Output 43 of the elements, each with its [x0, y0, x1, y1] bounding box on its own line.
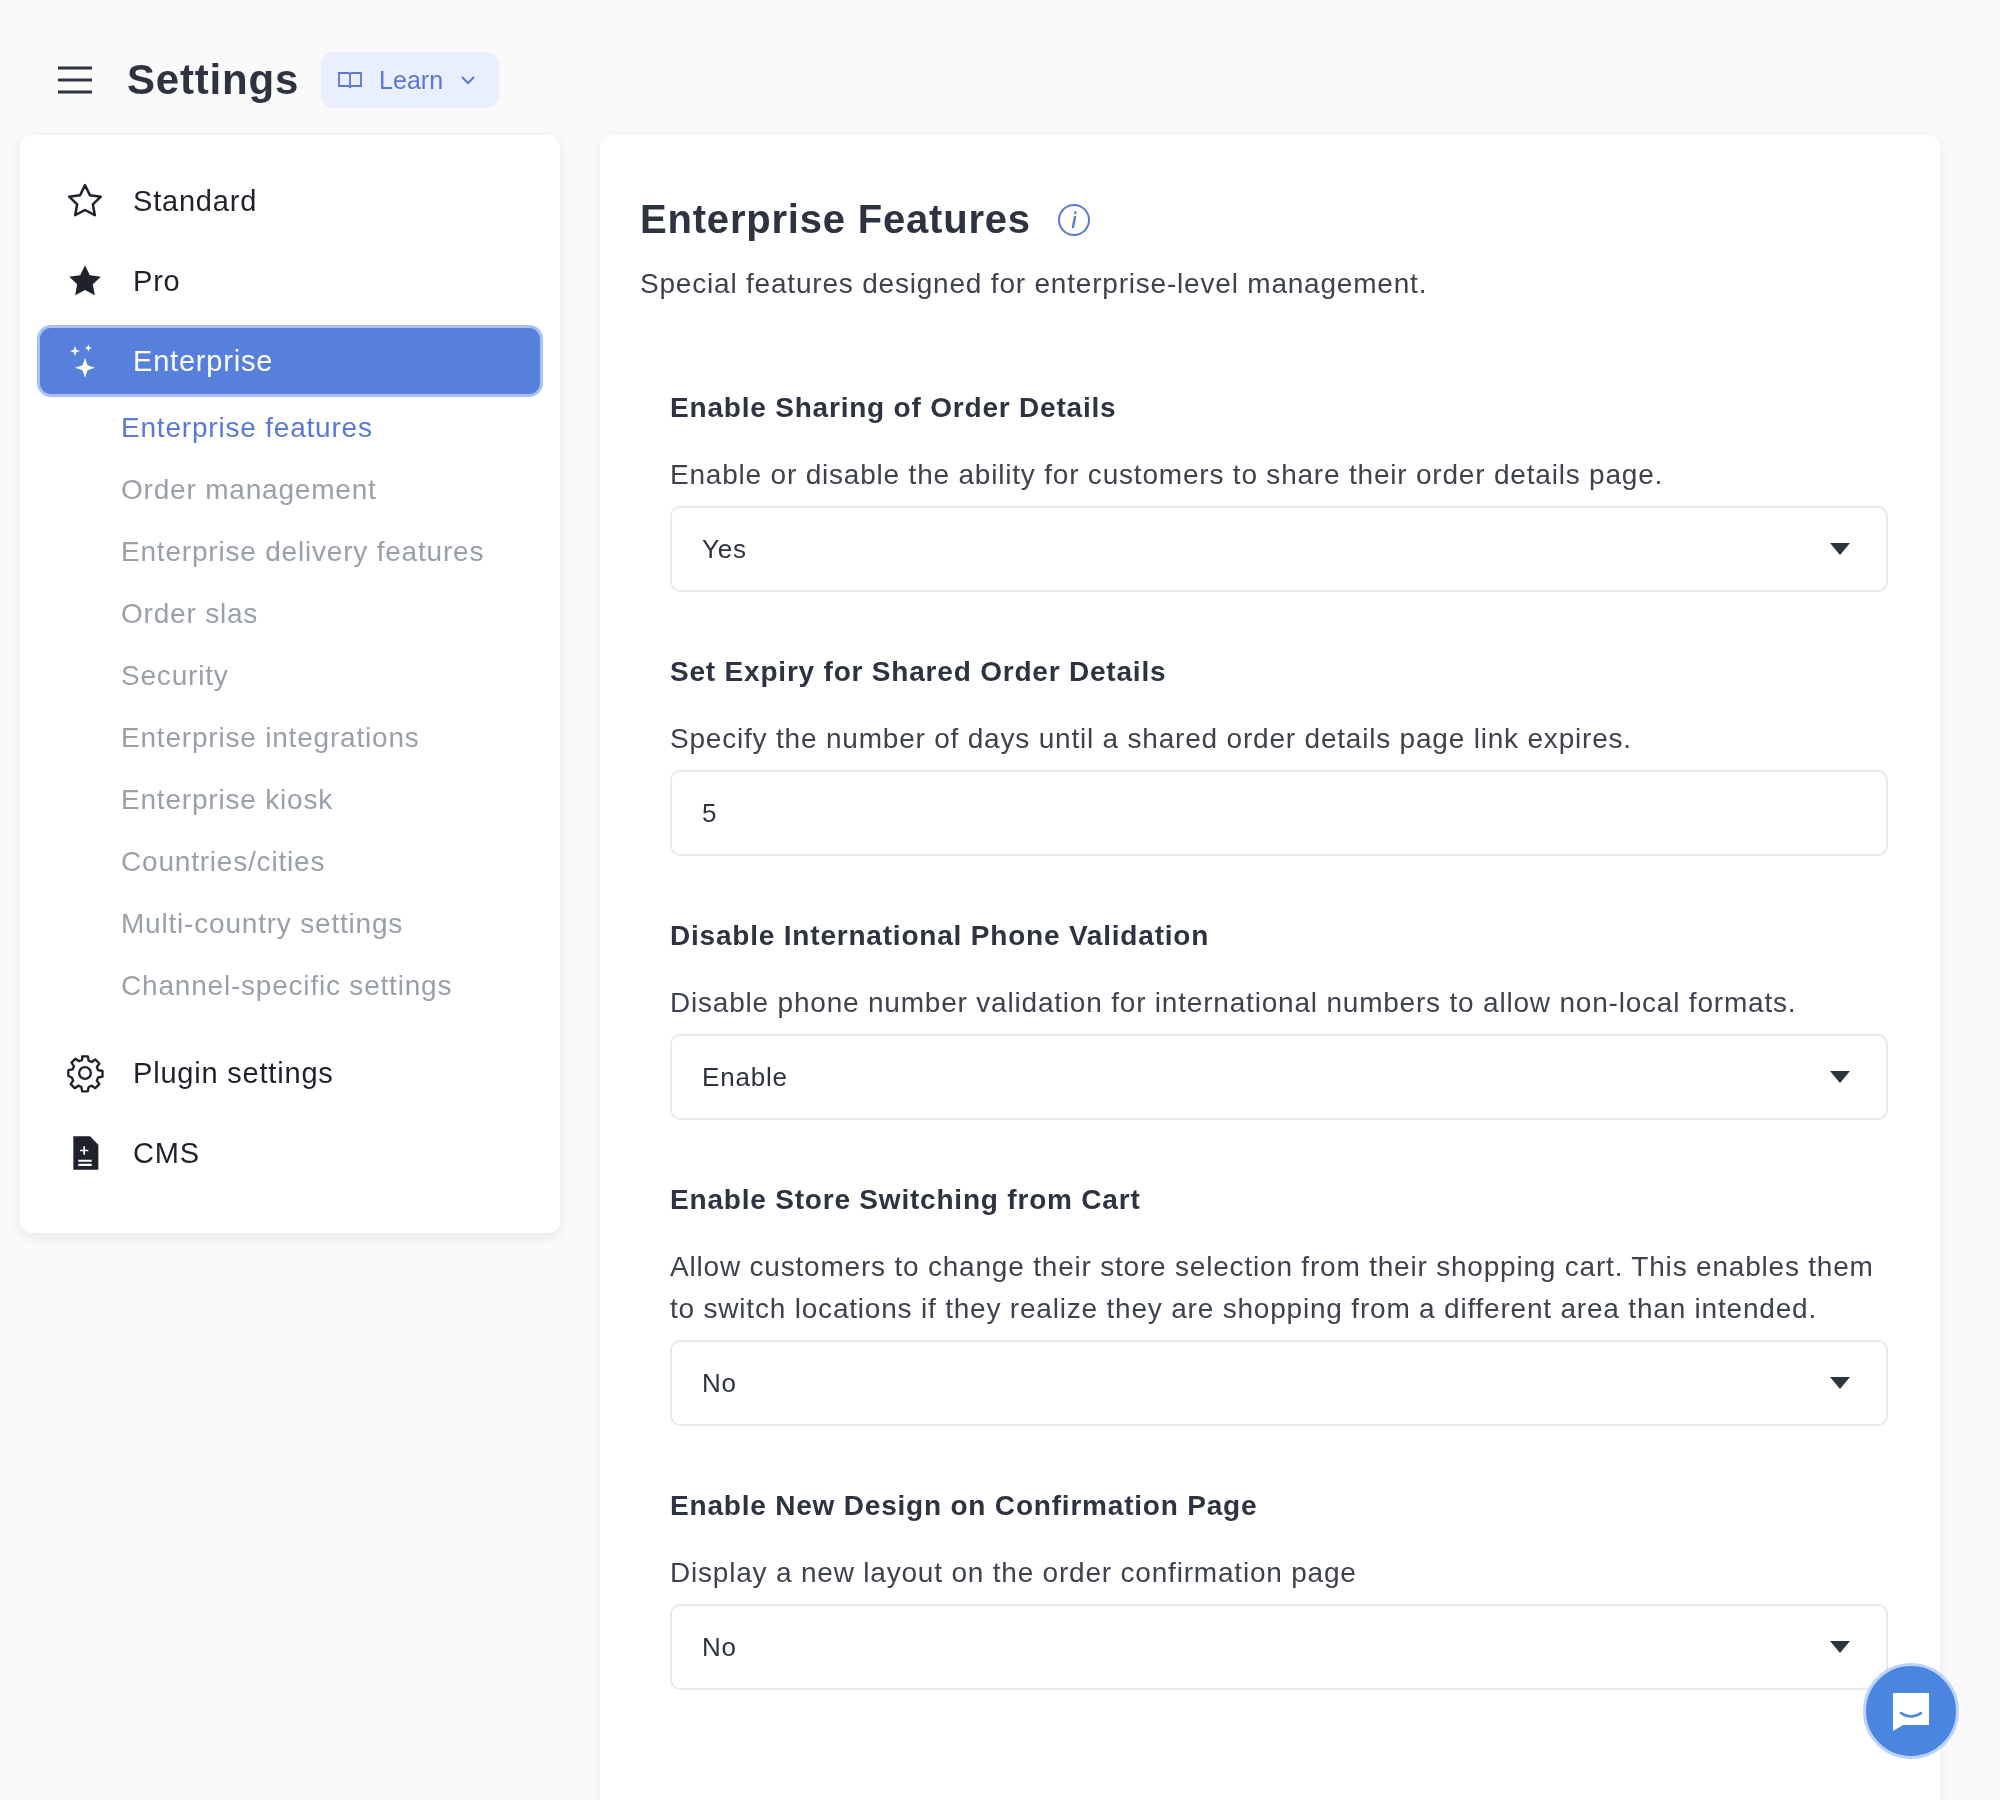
learn-button[interactable]: Learn: [321, 52, 500, 108]
sidebar-item[interactable]: CMS: [37, 1117, 543, 1189]
sidebar-subitem[interactable]: Security: [121, 645, 543, 707]
sidebar-item[interactable]: Pro: [37, 245, 543, 317]
sidebar-item[interactable]: Standard: [37, 165, 543, 237]
sidebar-subitem[interactable]: Countries/cities: [121, 831, 543, 893]
chevron-down-icon: [459, 74, 478, 86]
dropdown-caret-icon: [1830, 1641, 1850, 1653]
setting-label: Enable Sharing of Order Details: [670, 392, 1118, 424]
info-icon[interactable]: [1056, 202, 1091, 237]
setting-description: Enable or disable the ability for customers to share their order details page.: [670, 458, 1665, 492]
sidebar-subitem[interactable]: Enterprise kiosk: [121, 769, 543, 831]
sidebar-item[interactable]: Plugin settings: [37, 1037, 543, 1109]
sidebar-subitem[interactable]: Enterprise features: [121, 397, 543, 459]
gear-icon: [65, 1053, 105, 1093]
setting-label: Enable Store Switching from Cart: [670, 1184, 1142, 1216]
setting-description: Allow customers to change their store selection from their shopping cart. This enables them to switch locations if they realize they are shopping from a different area than intended.: [670, 1250, 1875, 1326]
book-icon: [337, 70, 364, 90]
setting-description: Disable phone number validation for international numbers to allow non-local formats.: [670, 986, 1798, 1020]
sidebar-subitem[interactable]: Multi-country settings: [121, 893, 543, 955]
dropdown-caret-icon: [1830, 1071, 1850, 1083]
section-title: Enterprise Features: [640, 197, 1031, 242]
setting-label: Disable International Phone Validation: [670, 920, 1211, 952]
sidebar-subitem[interactable]: Enterprise delivery features: [121, 521, 543, 583]
input-field[interactable]: 5: [670, 770, 1888, 856]
dropdown-caret-icon: [1830, 543, 1850, 555]
section-description: Special features designed for enterprise-level management.: [640, 268, 1429, 300]
setting-label: Set Expiry for Shared Order Details: [670, 656, 1168, 688]
setting-description: Display a new layout on the order confirmation page: [670, 1556, 1358, 1590]
sidebar-subitem[interactable]: Channel-specific settings: [121, 955, 543, 1017]
page-title: Settings: [127, 56, 300, 104]
sidebar-subitem[interactable]: Order slas: [121, 583, 543, 645]
menu-icon[interactable]: [57, 65, 93, 95]
sidebar-item[interactable]: Enterprise: [37, 325, 543, 397]
dropdown-caret-icon: [1830, 1377, 1850, 1389]
select-field[interactable]: No: [670, 1604, 1888, 1690]
setting-description: Specify the number of days until a shared order details page link expires.: [670, 722, 1633, 756]
sidebar-subitem[interactable]: Enterprise integrations: [121, 707, 543, 769]
sidebar-subitem[interactable]: Order management: [121, 459, 543, 521]
select-field[interactable]: No: [670, 1340, 1888, 1426]
setting-label: Enable New Design on Confirmation Page: [670, 1490, 1259, 1522]
select-field[interactable]: Enable: [670, 1034, 1888, 1120]
select-field[interactable]: Yes: [670, 506, 1888, 592]
